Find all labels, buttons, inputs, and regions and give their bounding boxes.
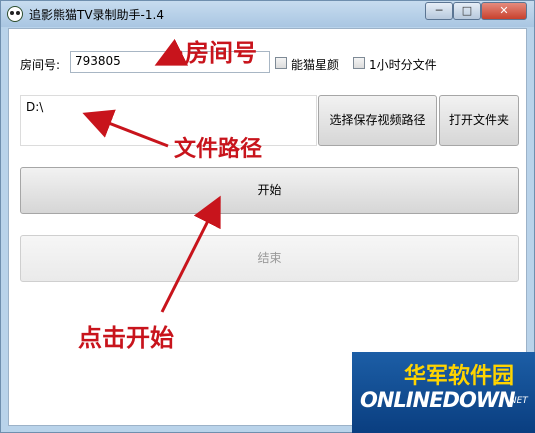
watermark-en: ONLINEDOWN <box>360 388 516 412</box>
room-arrow <box>154 38 189 66</box>
start-annotation: 点击开始 <box>78 323 174 352</box>
room-annotation: 房间号 <box>185 38 257 67</box>
path-arrow <box>82 109 169 148</box>
start-arrow <box>160 195 221 313</box>
watermark-suffix: .NET <box>507 396 528 406</box>
watermark-cn: 华军软件园 <box>404 364 515 389</box>
onlinedown-watermark: 华军软件园 ONLINEDOWN .NET <box>352 352 535 433</box>
path-annotation: 文件路径 <box>174 136 263 162</box>
